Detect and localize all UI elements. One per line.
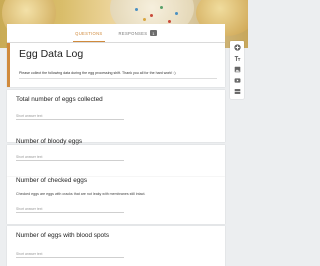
question-title[interactable]: Total number of eggs collected: [16, 96, 103, 103]
question-card[interactable]: Number of eggs with blood spots Short an…: [7, 226, 225, 266]
short-answer-field: Short answer text: [16, 155, 124, 161]
add-image-button[interactable]: [230, 64, 244, 74]
add-question-button[interactable]: [230, 42, 244, 52]
short-answer-field: Short answer text: [16, 252, 124, 258]
question-card[interactable]: Total number of eggs collected Short ans…: [7, 90, 225, 142]
question-card[interactable]: Number of bloody eggs Short answer text: [7, 138, 225, 177]
question-title[interactable]: Number of checked eggs: [16, 177, 87, 184]
tab-responses-label: RESPONSES: [118, 30, 148, 36]
question-title[interactable]: Number of eggs with blood spots: [16, 232, 109, 239]
add-section-button[interactable]: [230, 86, 244, 96]
tab-questions-label: QUESTIONS: [75, 30, 103, 36]
question-title[interactable]: Number of bloody eggs: [16, 138, 82, 145]
add-question-icon: [233, 43, 241, 51]
form-title-card[interactable]: Egg Data Log Please collect the followin…: [7, 43, 225, 87]
floating-toolbar: [230, 41, 244, 99]
add-section-icon: [234, 88, 240, 94]
short-answer-field: Short answer text: [16, 114, 124, 120]
tab-bar: QUESTIONS RESPONSES 1: [7, 24, 225, 43]
add-image-icon: [234, 66, 240, 72]
short-answer-field: Short answer text: [16, 207, 124, 213]
question-help-text: Checked eggs are eggs with cracks that a…: [16, 192, 146, 196]
tab-questions[interactable]: QUESTIONS: [73, 24, 105, 42]
form-title[interactable]: Egg Data Log: [19, 48, 83, 60]
add-title-icon: [234, 55, 240, 61]
add-title-button[interactable]: [230, 53, 244, 63]
question-card[interactable]: Number of checked eggs Checked eggs are …: [7, 177, 225, 224]
add-video-icon: [234, 77, 240, 83]
responses-count-badge: 1: [150, 30, 157, 36]
add-video-button[interactable]: [230, 75, 244, 85]
description-underline: [19, 78, 217, 79]
tab-responses[interactable]: RESPONSES 1: [119, 24, 157, 42]
form-description[interactable]: Please collect the following data during…: [19, 71, 176, 75]
